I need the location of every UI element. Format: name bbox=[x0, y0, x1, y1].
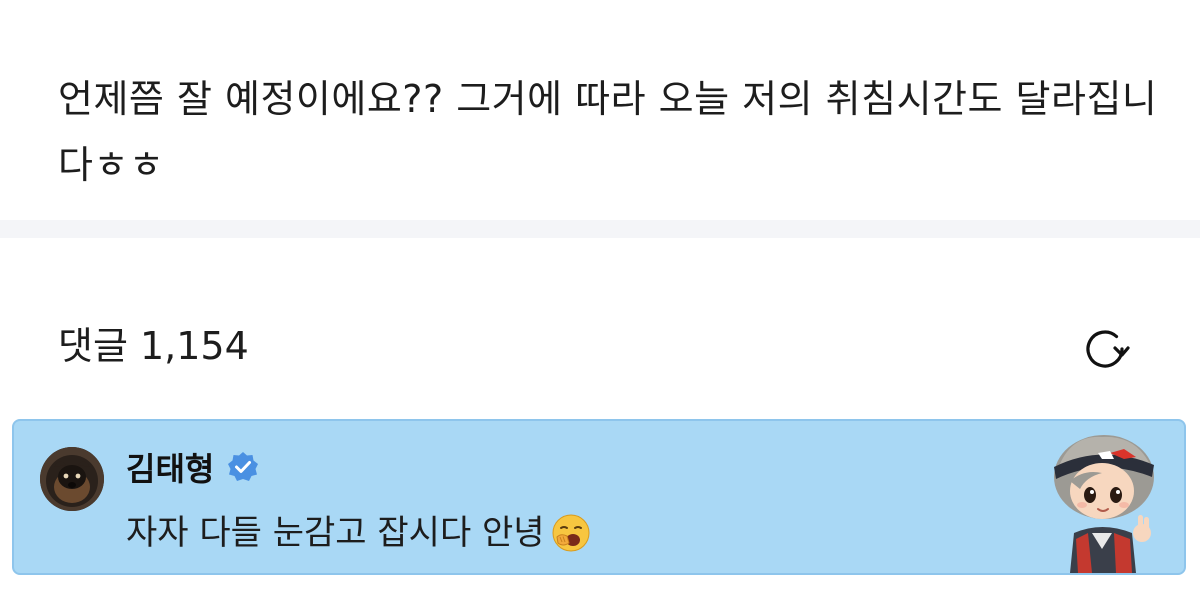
comment-text: 자자 다들 눈감고 잡시다 안녕 bbox=[126, 511, 591, 555]
post-body: 언제쯤 잘 예정이에요?? 그거에 따라 오늘 저의 취침시간도 달라집니다ㅎㅎ bbox=[0, 0, 1200, 220]
comments-count-title: 댓글 1,154 bbox=[58, 324, 249, 368]
refresh-button[interactable] bbox=[1078, 322, 1132, 376]
comment-author-name[interactable]: 김태형 bbox=[126, 444, 214, 490]
yawning-face-emoji bbox=[552, 514, 590, 552]
section-divider bbox=[0, 220, 1200, 238]
comments-header: 댓글 1,154 bbox=[0, 238, 1200, 418]
verified-badge-icon bbox=[228, 452, 259, 481]
highlighted-comment-card[interactable]: 김태형 자자 다들 눈감고 잡시다 안녕 bbox=[12, 419, 1186, 575]
post-text: 언제쯤 잘 예정이에요?? 그거에 따라 오늘 저의 취침시간도 달라집니다ㅎㅎ bbox=[58, 77, 1158, 187]
comment-author-row: 김태형 bbox=[126, 445, 260, 489]
dog-avatar-image bbox=[40, 447, 104, 511]
avatar[interactable] bbox=[40, 447, 104, 511]
character-sticker-image bbox=[1054, 435, 1154, 573]
comment-body: 자자 다들 눈감고 잡시다 안녕 bbox=[126, 513, 545, 553]
refresh-icon bbox=[1086, 330, 1130, 368]
